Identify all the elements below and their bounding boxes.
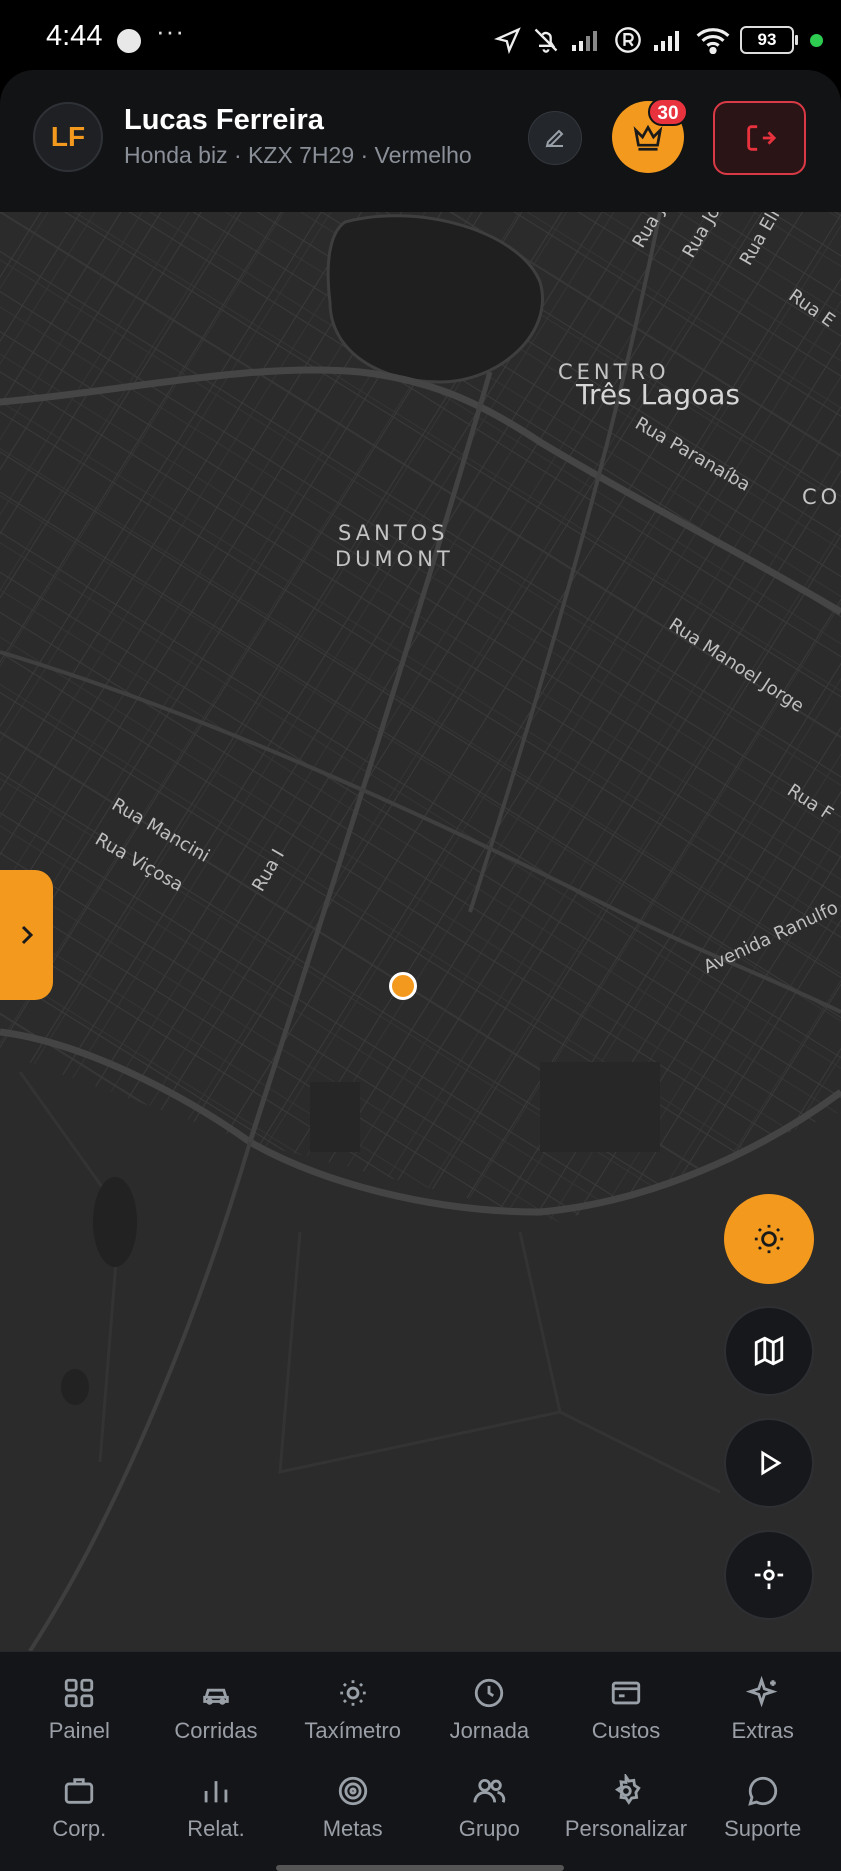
crown-icon <box>633 124 663 151</box>
notification-badge: 30 <box>648 98 688 126</box>
nav-label: Corp. <box>52 1816 107 1841</box>
nav-label: Personalizar <box>564 1816 688 1841</box>
wallet-icon <box>611 1681 641 1705</box>
grid-icon <box>65 1678 94 1708</box>
chevron-right-icon <box>21 925 33 945</box>
nav-label: Relat. <box>187 1816 245 1841</box>
crosshair-icon <box>754 1560 784 1590</box>
district-label-santos: SANTOS <box>338 521 449 545</box>
nav-item-suporte[interactable]: Suporte <box>694 1766 831 1864</box>
nav-item-taximetro[interactable]: Taxímetro <box>284 1668 421 1766</box>
nav-label: Metas <box>322 1816 383 1841</box>
nav-item-painel[interactable]: Painel <box>11 1668 148 1766</box>
edit-profile-button[interactable] <box>528 111 582 165</box>
nav-item-grupo[interactable]: Grupo <box>421 1766 558 1864</box>
logout-icon <box>746 125 776 151</box>
theme-toggle-button[interactable] <box>724 1194 814 1284</box>
avatar[interactable]: LF <box>33 102 103 172</box>
nav-label: Extras <box>731 1718 794 1743</box>
logout-button[interactable] <box>713 101 806 175</box>
car-icon <box>203 1688 229 1705</box>
battery-indicator: 93 <box>740 26 798 54</box>
recenter-location-button[interactable] <box>724 1530 814 1620</box>
nav-label: Jornada <box>449 1718 530 1743</box>
district-label-co: CO <box>802 485 841 509</box>
driver-header: LF Lucas Ferreira Honda biz · KZX 7H29 ·… <box>0 70 841 213</box>
nav-label: Grupo <box>458 1816 520 1841</box>
signal-full-icon <box>654 31 679 51</box>
nav-item-relat[interactable]: Relat. <box>148 1766 285 1864</box>
target-icon <box>338 1776 367 1806</box>
nav-item-corp[interactable]: Corp. <box>11 1766 148 1864</box>
chat-bubble-icon <box>747 1776 777 1806</box>
district-label-centro: CENTRO <box>558 360 670 384</box>
bell-off-icon <box>534 28 558 53</box>
privacy-indicator-icon <box>810 33 823 47</box>
map-icon <box>754 1335 784 1367</box>
current-location-marker <box>389 972 417 1000</box>
nav-item-custos[interactable]: Custos <box>558 1668 695 1766</box>
start-trip-button[interactable] <box>724 1418 814 1508</box>
registered-icon <box>615 27 641 53</box>
location-arrow-icon <box>494 27 521 54</box>
nav-item-corridas[interactable]: Corridas <box>148 1668 285 1766</box>
signal-icon <box>572 31 597 51</box>
more-notifications-icon: ··· <box>156 16 185 46</box>
nav-item-personalizar[interactable]: Personalizar <box>558 1766 695 1864</box>
nav-label: Painel <box>48 1718 110 1743</box>
district-label-dumont: DUMONT <box>335 547 454 571</box>
home-indicator <box>276 1865 564 1871</box>
map-layers-button[interactable] <box>724 1306 814 1396</box>
side-panel-toggle-button[interactable] <box>0 870 53 1000</box>
status-bar: 4:44 ··· 93 <box>0 0 841 70</box>
nav-label: Suporte <box>724 1816 802 1841</box>
play-icon <box>761 1450 782 1476</box>
gear-icon <box>614 1774 641 1805</box>
wifi-icon <box>696 28 730 54</box>
users-icon <box>473 1778 506 1803</box>
nav-label: Corridas <box>174 1718 258 1743</box>
nav-item-extras[interactable]: Extras <box>694 1668 831 1766</box>
map-streets <box>0 212 841 1651</box>
nav-item-metas[interactable]: Metas <box>284 1766 421 1864</box>
bar-chart-icon <box>204 1781 228 1803</box>
vehicle-info: Honda biz · KZX 7H29 · Vermelho <box>124 142 472 168</box>
sun-icon <box>754 1224 784 1254</box>
nav-label: Taxímetro <box>304 1718 401 1743</box>
map-view[interactable]: Três Lagoas CENTRO CO SANTOS DUMONT Rua … <box>0 212 841 1651</box>
status-icons: 93 <box>494 22 823 58</box>
pencil-icon <box>545 129 564 148</box>
briefcase-icon <box>65 1778 94 1804</box>
clock-icon <box>475 1678 504 1708</box>
status-time: 4:44 <box>46 20 103 52</box>
sun-icon <box>339 1680 366 1706</box>
sparkles-icon <box>745 1676 778 1708</box>
nav-item-jornada[interactable]: Jornada <box>421 1668 558 1766</box>
driver-name: Lucas Ferreira <box>124 104 324 136</box>
notification-dot-icon <box>117 29 141 53</box>
bottom-navigation: Painel Corridas Taxímetro Jornada Custos… <box>0 1651 841 1871</box>
nav-label: Custos <box>591 1718 661 1743</box>
